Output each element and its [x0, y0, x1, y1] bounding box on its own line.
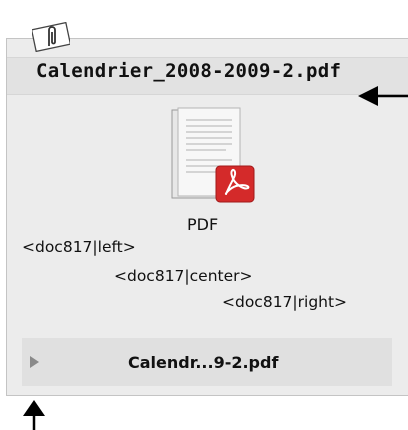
- pdf-document-icon[interactable]: [162, 106, 258, 206]
- doc-code-left: <doc817|left>: [22, 238, 136, 256]
- arrow-left-icon: [358, 86, 408, 106]
- triangle-right-icon[interactable]: [30, 356, 39, 368]
- arrow-up-icon: [23, 400, 45, 430]
- doc-code-center: <doc817|center>: [114, 267, 253, 285]
- attachment-title: Calendrier_2008-2009-2.pdf: [36, 60, 342, 82]
- footer-filename[interactable]: Calendr...9-2.pdf: [128, 353, 278, 372]
- paperclip-icon: [32, 22, 70, 52]
- doc-code-right: <doc817|right>: [222, 293, 348, 311]
- file-type-label: PDF: [187, 215, 219, 234]
